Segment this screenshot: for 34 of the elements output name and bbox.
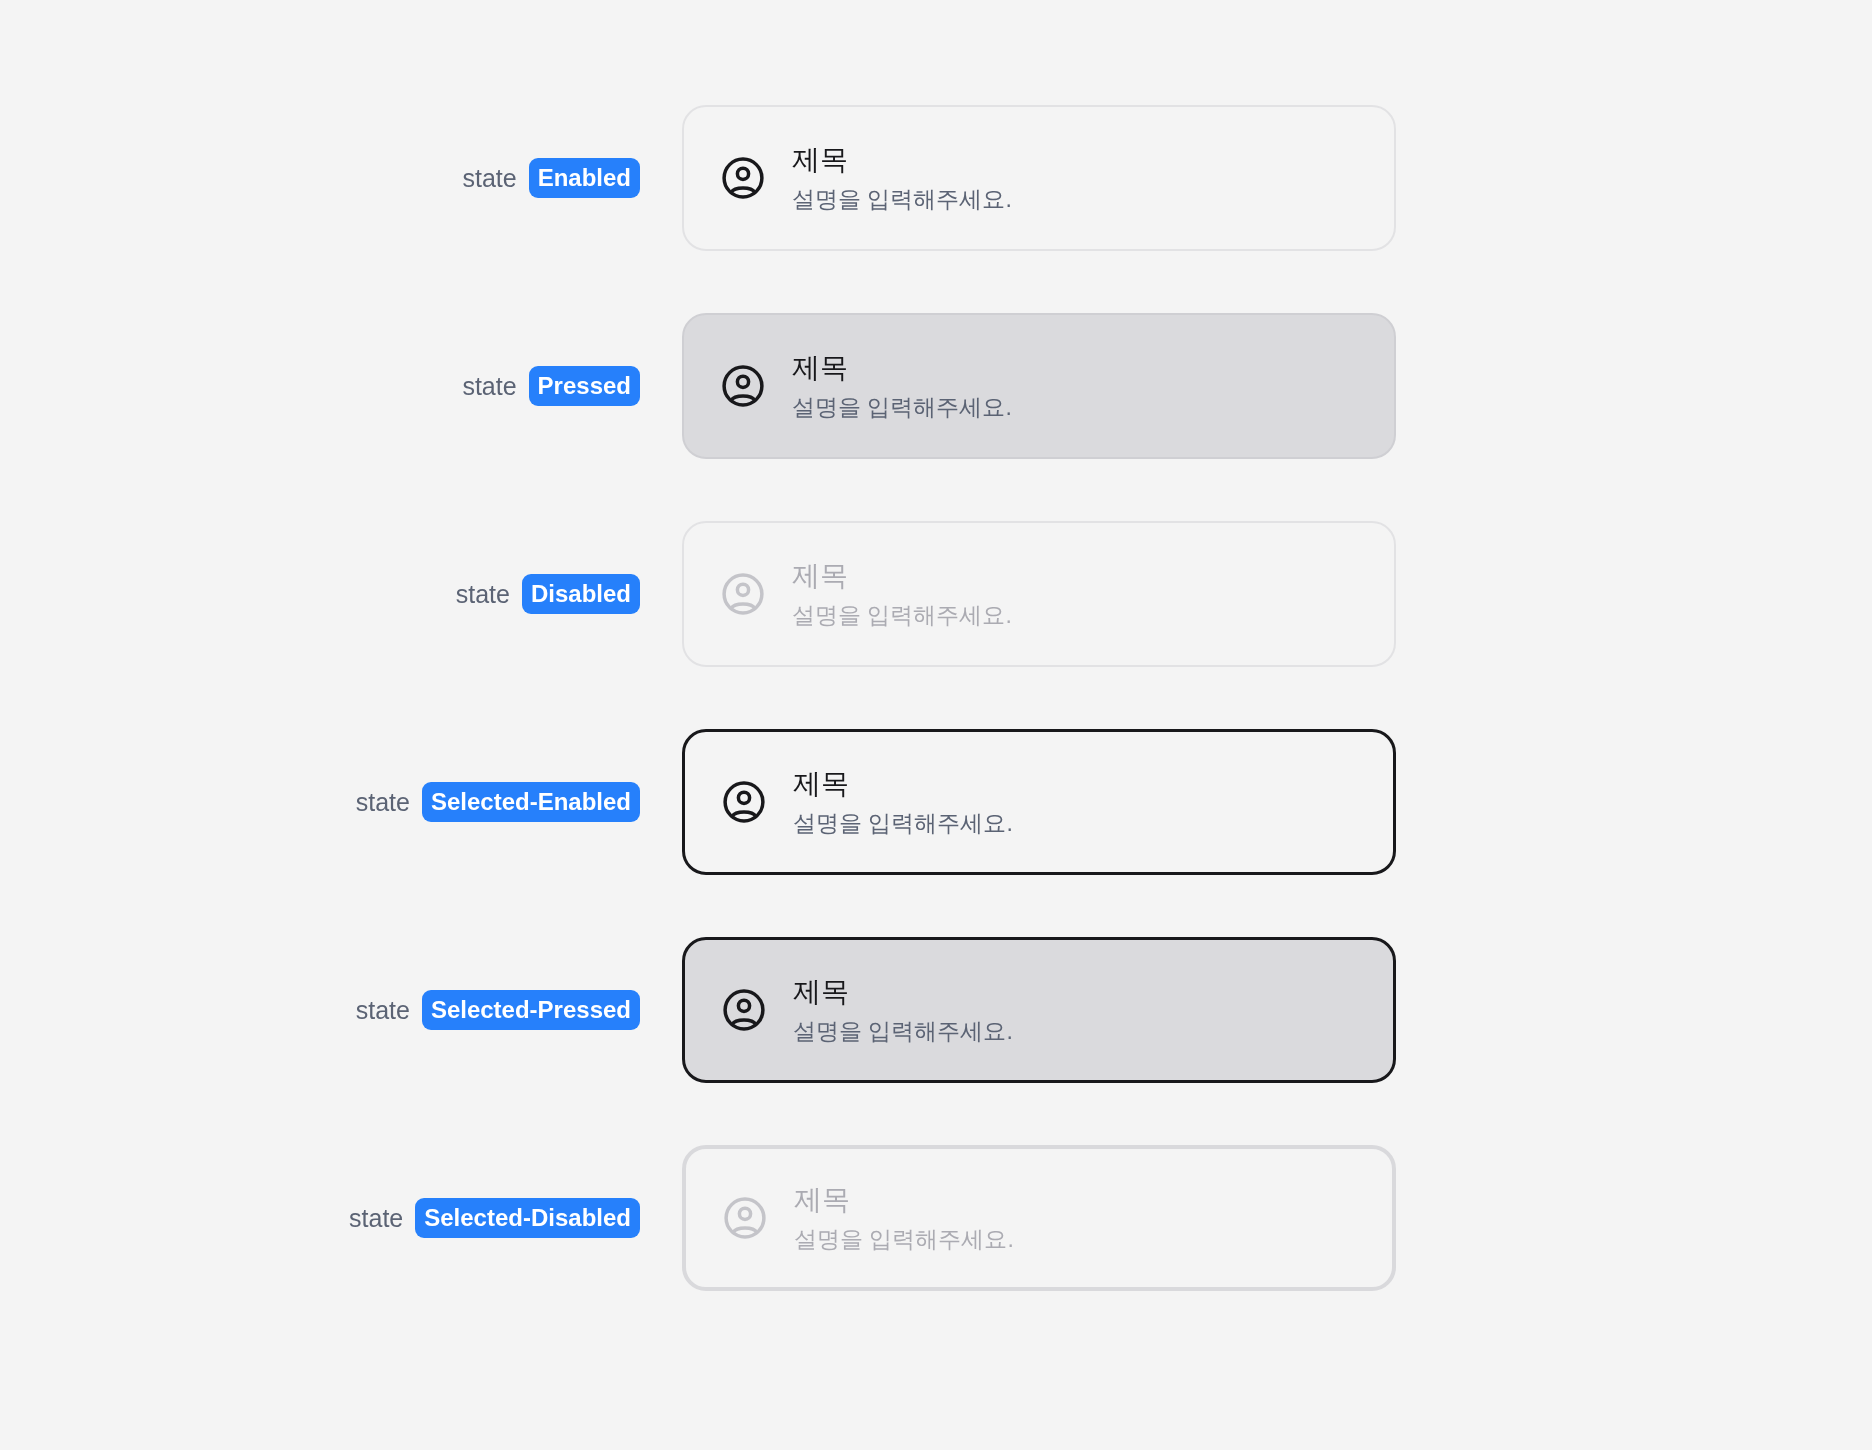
state-label: state [349, 1203, 404, 1233]
state-badge: Selected-Disabled [415, 1198, 640, 1238]
user-circle-icon [723, 989, 765, 1031]
state-badge: Selected-Pressed [421, 990, 640, 1030]
user-circle-icon [722, 365, 764, 407]
state-badge: Pressed [528, 366, 640, 406]
item-title: 제목 [794, 1183, 851, 1217]
state-badge: Selected-Enabled [421, 782, 640, 822]
list-item-card[interactable]: 제목 설명을 입력해주세요. [682, 729, 1396, 875]
item-description: 설명을 입력해주세요. [794, 1225, 1014, 1254]
user-circle-icon [723, 781, 765, 823]
state-label: state [355, 787, 410, 817]
user-circle-icon [724, 1197, 766, 1239]
item-title: 제목 [792, 143, 849, 177]
user-circle-icon [722, 157, 764, 199]
item-description: 설명을 입력해주세요. [793, 1017, 1013, 1046]
item-title: 제목 [793, 975, 850, 1009]
list-item-card[interactable]: 제목 설명을 입력해주세요. [682, 313, 1396, 459]
item-description: 설명을 입력해주세요. [792, 601, 1012, 630]
item-description: 설명을 입력해주세요. [792, 393, 1012, 422]
state-label: state [455, 579, 510, 609]
state-badge: Enabled [528, 158, 640, 198]
user-circle-icon [722, 573, 764, 615]
item-title: 제목 [793, 767, 850, 801]
state-label: state [462, 163, 517, 193]
item-description: 설명을 입력해주세요. [792, 185, 1012, 214]
list-item-card[interactable]: 제목 설명을 입력해주세요. [682, 937, 1396, 1083]
item-title: 제목 [792, 559, 849, 593]
state-label: state [462, 371, 517, 401]
item-title: 제목 [792, 351, 849, 385]
list-item-card[interactable]: 제목 설명을 입력해주세요. [682, 105, 1396, 251]
item-description: 설명을 입력해주세요. [793, 809, 1013, 838]
state-badge: Disabled [521, 574, 640, 614]
state-label: state [355, 995, 410, 1025]
